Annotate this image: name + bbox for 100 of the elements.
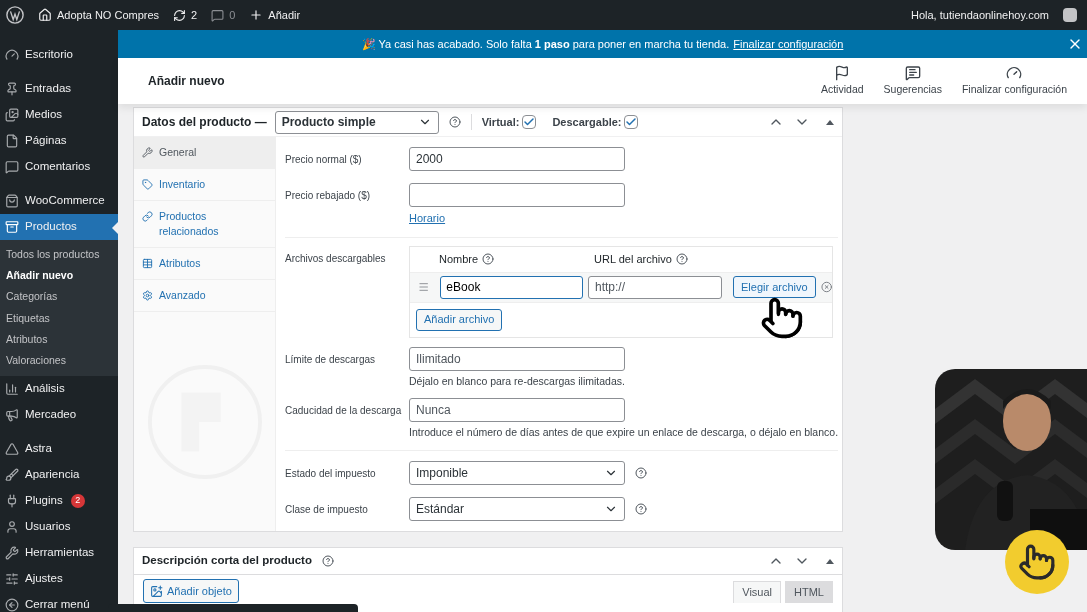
remove-icon[interactable] [820, 281, 832, 293]
submenu-item[interactable]: Categorías [0, 286, 118, 308]
help-icon [448, 116, 461, 128]
menu-item[interactable]: Herramientas [0, 539, 118, 566]
panel-title: Datos del producto — [142, 114, 267, 131]
comment-icon[interactable] [211, 8, 225, 22]
header-action[interactable]: Sugerencias [873, 64, 952, 98]
images-icon [5, 108, 19, 122]
menu-item[interactable]: Ajustes [0, 565, 118, 592]
archive-icon [5, 220, 19, 234]
help-icon [635, 503, 647, 515]
download-limit-field[interactable]: Ilimitado [409, 346, 625, 371]
header-action[interactable]: Finalizar configuración [951, 64, 1077, 98]
submenu-item[interactable]: Atributos [0, 329, 118, 351]
file-url-field[interactable]: http:// [588, 275, 722, 299]
collapse-icon[interactable] [826, 558, 834, 564]
field-label: Estado del impuesto [285, 467, 377, 481]
submenu-item[interactable]: Etiquetas [0, 307, 118, 330]
sale-price-field[interactable] [409, 183, 625, 207]
menu-item[interactable]: Productos [0, 214, 118, 240]
updates-count[interactable]: 2 [191, 6, 198, 24]
hint-text: Introduce el número de días antes de que expire un enlace de descarga, o déjalo en blanco. [409, 425, 839, 441]
submenu-item[interactable]: Añadir nuevo [0, 265, 118, 287]
checkbox[interactable] [624, 115, 639, 129]
wrench-icon [5, 545, 19, 560]
editor-tab[interactable]: HTML [785, 581, 833, 603]
help-icon [675, 253, 688, 265]
notice-link[interactable]: Finalizar configuración [733, 35, 844, 53]
menu-item[interactable]: Astra [0, 435, 118, 462]
field-label: Límite de descargas [285, 352, 377, 367]
current-arrow-icon [112, 222, 118, 234]
page-title: Añadir nuevo [148, 73, 226, 90]
sliders-icon [5, 571, 19, 586]
menu-item[interactable]: Entradas [0, 76, 118, 102]
pin-icon [5, 82, 19, 96]
menu-item[interactable]: Cerrar menú [0, 591, 118, 612]
comments-count[interactable]: 0 [229, 6, 236, 24]
home-icon[interactable] [38, 8, 52, 22]
price-field[interactable]: 2000 [409, 147, 625, 171]
media-icon [150, 584, 163, 598]
menu-item[interactable]: Medios [0, 102, 118, 128]
product-tab[interactable]: Atributos [134, 248, 275, 280]
menu-item[interactable]: Páginas [0, 128, 118, 154]
product-tab[interactable]: Avanzado [134, 280, 275, 312]
checkbox-label: Virtual: [481, 114, 520, 130]
table-icon [142, 258, 153, 269]
menu-item[interactable]: Mercadeo [0, 401, 118, 428]
product-tab[interactable]: Inventario [134, 169, 275, 201]
checkbox-label: Descargable: [552, 114, 622, 130]
menu-item[interactable]: Plugins 2 [0, 487, 118, 514]
collapse-icon[interactable] [826, 119, 834, 125]
menu-item[interactable]: Usuarios [0, 513, 118, 540]
menu-item[interactable]: Apariencia [0, 461, 118, 488]
comment-icon [904, 64, 921, 81]
bar-chart-icon [5, 381, 19, 396]
help-icon [482, 253, 495, 265]
menu-item[interactable]: Análisis [0, 375, 118, 402]
column-header: URL del archivo [594, 250, 688, 268]
select-field[interactable]: Estándar [409, 497, 625, 521]
menu-item[interactable]: Escritorio [0, 42, 118, 68]
product-tab[interactable]: Productos relacionados [134, 201, 275, 248]
site-name[interactable]: Adopta NO Compres [57, 6, 160, 24]
page-icon [5, 134, 19, 148]
collapse-icon [5, 597, 19, 612]
gear-icon [142, 290, 153, 301]
add-media-button[interactable]: Añadir objeto [143, 579, 239, 603]
new-link[interactable]: Añadir [268, 6, 301, 24]
submenu-item[interactable]: Valoraciones [0, 350, 118, 372]
editor-tab[interactable]: Visual [733, 581, 782, 603]
greeting[interactable]: Hola, tutiendaonlinehoy.com [911, 6, 1049, 24]
wordpress-logo-icon[interactable] [6, 6, 24, 24]
plug-icon [5, 493, 19, 508]
submenu-item[interactable]: Todos los productos [0, 244, 118, 266]
schedule-link[interactable]: Horario [409, 210, 625, 227]
pointer-hand-icon [1018, 543, 1056, 581]
menu-item[interactable]: WooCommerce [0, 188, 118, 214]
header-action[interactable]: Actividad [810, 64, 874, 98]
choose-file-button[interactable]: Elegir archivo [733, 276, 816, 298]
plus-icon[interactable] [249, 8, 264, 22]
link-icon [142, 211, 153, 222]
triangle-icon [5, 441, 19, 456]
updates-icon[interactable] [173, 8, 187, 22]
drag-handle-icon[interactable] [418, 281, 430, 293]
add-file-button[interactable]: Añadir archivo [416, 308, 503, 331]
file-name-field[interactable]: eBook [440, 275, 583, 299]
user-icon [5, 519, 19, 534]
avatar-icon[interactable] [1063, 8, 1077, 22]
wrench-icon [142, 147, 153, 158]
product-tab[interactable]: General [134, 137, 275, 169]
panel-title: Descripción corta del producto [142, 553, 312, 569]
select-field[interactable]: Imponible [409, 461, 625, 485]
field-label: Precio normal ($) [285, 153, 363, 167]
column-header: Nombre [439, 250, 589, 268]
product-type-select[interactable]: Producto simple [274, 110, 439, 134]
tag-icon [142, 179, 153, 190]
menu-item[interactable]: Comentarios [0, 154, 118, 180]
checkbox[interactable] [522, 115, 537, 129]
gauge-icon [5, 48, 19, 62]
field-label: Clase de impuesto [285, 503, 369, 517]
download-expiry-field[interactable]: Nunca [409, 398, 625, 423]
